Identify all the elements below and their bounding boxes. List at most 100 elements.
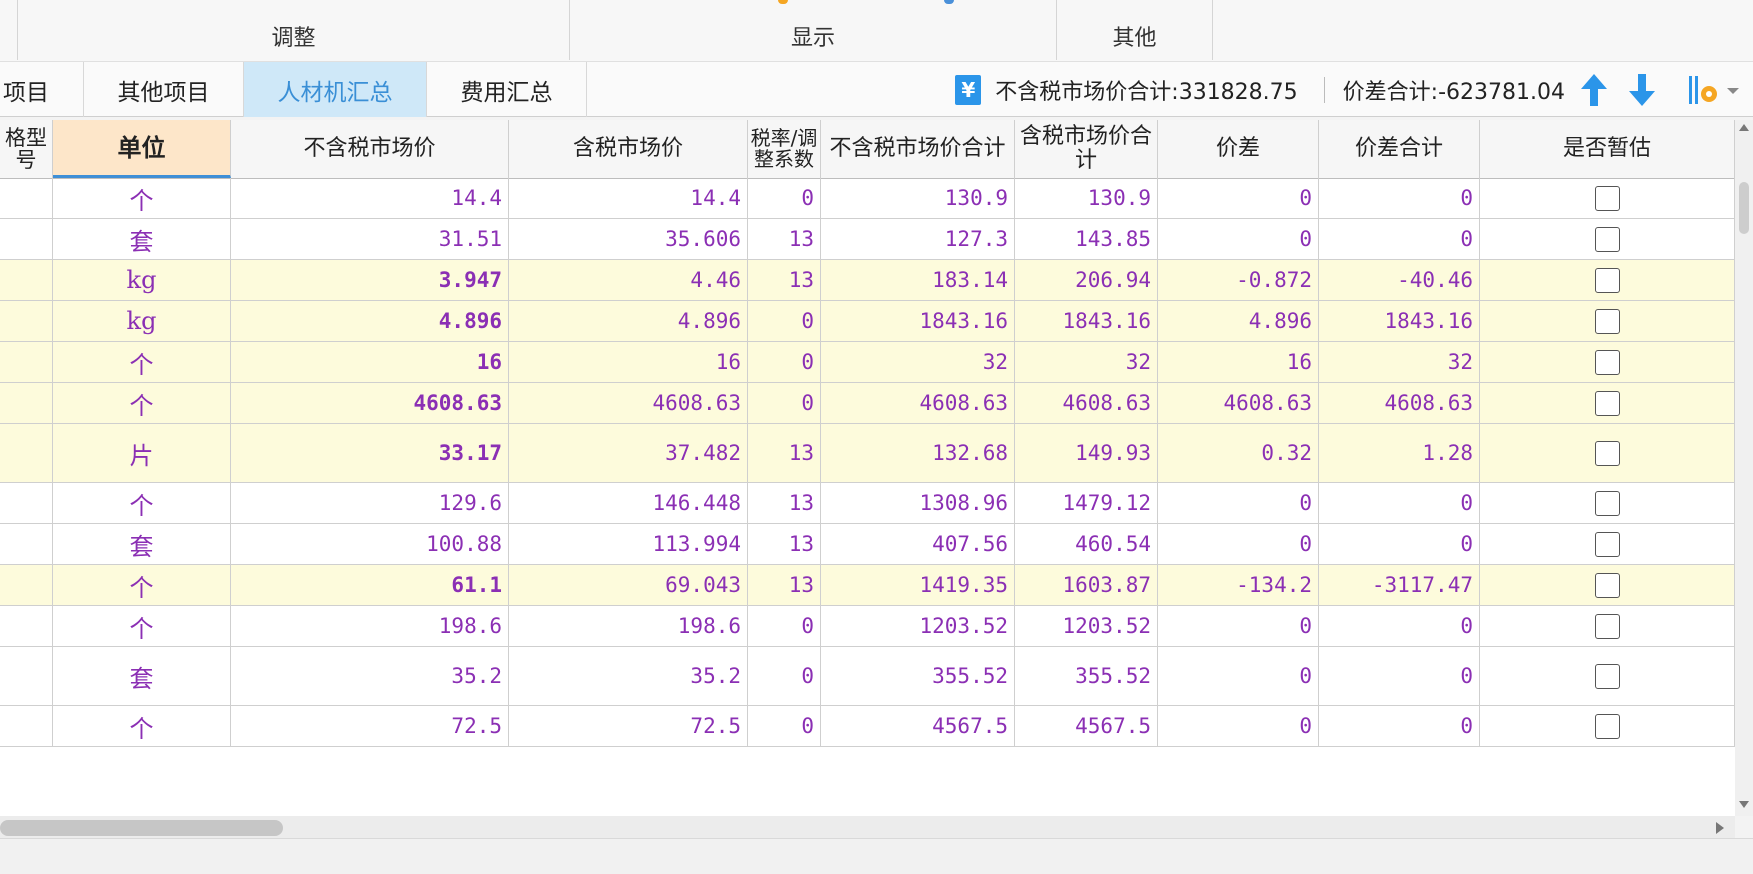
- cell-price-inc-tax[interactable]: 69.043: [509, 565, 748, 605]
- horizontal-scrollbar[interactable]: [0, 816, 1735, 838]
- table-row[interactable]: 个 16 16 0 32 32 16 32: [0, 342, 1735, 383]
- column-header-tax-rate[interactable]: 税率/调整系数: [748, 120, 821, 178]
- cell-price-diff[interactable]: 0.32: [1158, 424, 1319, 482]
- table-row[interactable]: 套 100.88 113.994 13 407.56 460.54 0 0: [0, 524, 1735, 565]
- cell-total-inc-tax[interactable]: 149.93: [1015, 424, 1158, 482]
- cell-total-inc-tax[interactable]: 1203.52: [1015, 606, 1158, 646]
- column-header-unit[interactable]: 单位: [53, 120, 231, 178]
- cell-price-ex-tax[interactable]: 72.5: [231, 706, 509, 746]
- scroll-up-icon[interactable]: [1739, 124, 1749, 131]
- cell-price-diff[interactable]: 4608.63: [1158, 383, 1319, 423]
- cell-diff-total[interactable]: 1.28: [1319, 424, 1480, 482]
- cell-diff-total[interactable]: 1843.16: [1319, 301, 1480, 341]
- cell-total-inc-tax[interactable]: 130.9: [1015, 178, 1158, 218]
- cell-diff-total[interactable]: -3117.47: [1319, 565, 1480, 605]
- cell-total-inc-tax[interactable]: 32: [1015, 342, 1158, 382]
- arrow-down-icon[interactable]: [1627, 72, 1657, 108]
- cell-price-diff[interactable]: 4.896: [1158, 301, 1319, 341]
- cell-price-diff[interactable]: 16: [1158, 342, 1319, 382]
- cell-unit[interactable]: 套: [53, 219, 231, 259]
- cell-diff-total[interactable]: 0: [1319, 606, 1480, 646]
- cell-provisional[interactable]: [1480, 706, 1735, 746]
- cell-unit[interactable]: 个: [53, 383, 231, 423]
- provisional-checkbox[interactable]: [1594, 267, 1620, 293]
- cell-diff-total[interactable]: 0: [1319, 706, 1480, 746]
- cell-provisional[interactable]: [1480, 424, 1735, 482]
- column-header-total-inc-tax[interactable]: 含税市场价合计: [1015, 120, 1158, 178]
- cell-diff-total[interactable]: 0: [1319, 219, 1480, 259]
- cell-price-ex-tax[interactable]: 35.2: [231, 647, 509, 705]
- cell-unit[interactable]: 片: [53, 424, 231, 482]
- dropdown-caret-icon[interactable]: [1721, 72, 1745, 108]
- cell-spec[interactable]: [0, 260, 53, 300]
- tab-labor-material-summary[interactable]: 人材机汇总: [244, 62, 427, 117]
- cell-spec[interactable]: [0, 524, 53, 564]
- table-row[interactable]: 个 198.6 198.6 0 1203.52 1203.52 0 0: [0, 606, 1735, 647]
- cell-diff-total[interactable]: 4608.63: [1319, 383, 1480, 423]
- cell-unit[interactable]: 个: [53, 606, 231, 646]
- scroll-down-icon[interactable]: [1739, 801, 1749, 808]
- cell-price-inc-tax[interactable]: 113.994: [509, 524, 748, 564]
- tab-cost-summary[interactable]: 费用汇总: [427, 62, 587, 117]
- provisional-checkbox[interactable]: [1594, 713, 1620, 739]
- table-row[interactable]: 套 35.2 35.2 0 355.52 355.52 0 0: [0, 647, 1735, 706]
- cell-spec[interactable]: [0, 219, 53, 259]
- cell-price-inc-tax[interactable]: 37.482: [509, 424, 748, 482]
- vertical-scrollbar[interactable]: [1735, 120, 1753, 816]
- cell-diff-total[interactable]: 0: [1319, 647, 1480, 705]
- tab-other-items[interactable]: 其他项目: [84, 62, 244, 117]
- table-row[interactable]: kg 3.947 4.46 13 183.14 206.94 -0.872 -40.46: [0, 260, 1735, 301]
- cell-price-inc-tax[interactable]: 16: [509, 342, 748, 382]
- cell-total-inc-tax[interactable]: 1479.12: [1015, 483, 1158, 523]
- cell-price-ex-tax[interactable]: 129.6: [231, 483, 509, 523]
- table-row[interactable]: 个 14.4 14.4 0 130.9 130.9 0 0: [0, 178, 1735, 219]
- column-header-price-diff[interactable]: 价差: [1158, 120, 1319, 178]
- cell-provisional[interactable]: [1480, 565, 1735, 605]
- cell-price-inc-tax[interactable]: 35.606: [509, 219, 748, 259]
- cell-price-inc-tax[interactable]: 4.46: [509, 260, 748, 300]
- yen-icon[interactable]: ¥: [955, 74, 982, 105]
- cell-price-ex-tax[interactable]: 33.17: [231, 424, 509, 482]
- provisional-checkbox[interactable]: [1594, 390, 1620, 416]
- scroll-right-icon[interactable]: [1716, 822, 1724, 834]
- cell-spec[interactable]: [0, 424, 53, 482]
- table-row[interactable]: 个 4608.63 4608.63 0 4608.63 4608.63 4608.63 460…: [0, 383, 1735, 424]
- cell-unit[interactable]: 套: [53, 524, 231, 564]
- cell-price-ex-tax[interactable]: 61.1: [231, 565, 509, 605]
- cell-total-ex-tax[interactable]: 407.56: [821, 524, 1015, 564]
- cell-price-ex-tax[interactable]: 198.6: [231, 606, 509, 646]
- column-header-price-ex-tax[interactable]: 不含税市场价: [231, 120, 509, 178]
- column-header-price-inc-tax[interactable]: 含税市场价: [509, 120, 748, 178]
- cell-tax-rate[interactable]: 13: [748, 565, 821, 605]
- cell-diff-total[interactable]: 0: [1319, 178, 1480, 218]
- cell-provisional[interactable]: [1480, 301, 1735, 341]
- cell-price-inc-tax[interactable]: 146.448: [509, 483, 748, 523]
- provisional-checkbox[interactable]: [1594, 613, 1620, 639]
- cell-total-inc-tax[interactable]: 4608.63: [1015, 383, 1158, 423]
- cell-unit[interactable]: 个: [53, 483, 231, 523]
- cell-spec[interactable]: [0, 383, 53, 423]
- horizontal-scroll-thumb[interactable]: [0, 820, 283, 836]
- cell-total-inc-tax[interactable]: 206.94: [1015, 260, 1158, 300]
- provisional-checkbox[interactable]: [1594, 349, 1620, 375]
- cell-price-ex-tax[interactable]: 4.896: [231, 301, 509, 341]
- cell-tax-rate[interactable]: 0: [748, 342, 821, 382]
- cell-provisional[interactable]: [1480, 383, 1735, 423]
- provisional-checkbox[interactable]: [1594, 531, 1620, 557]
- provisional-checkbox[interactable]: [1594, 226, 1620, 252]
- table-row[interactable]: 片 33.17 37.482 13 132.68 149.93 0.32 1.28: [0, 424, 1735, 483]
- cell-price-ex-tax[interactable]: 16: [231, 342, 509, 382]
- cell-total-inc-tax[interactable]: 4567.5: [1015, 706, 1158, 746]
- cell-total-ex-tax[interactable]: 4608.63: [821, 383, 1015, 423]
- cell-spec[interactable]: [0, 301, 53, 341]
- cell-unit[interactable]: 个: [53, 342, 231, 382]
- cell-unit[interactable]: 个: [53, 565, 231, 605]
- cell-tax-rate[interactable]: 13: [748, 424, 821, 482]
- cell-price-ex-tax[interactable]: 4608.63: [231, 383, 509, 423]
- cell-provisional[interactable]: [1480, 647, 1735, 705]
- cell-total-inc-tax[interactable]: 1603.87: [1015, 565, 1158, 605]
- cell-spec[interactable]: [0, 342, 53, 382]
- cell-provisional[interactable]: [1480, 606, 1735, 646]
- cell-spec[interactable]: [0, 647, 53, 705]
- provisional-checkbox[interactable]: [1594, 490, 1620, 516]
